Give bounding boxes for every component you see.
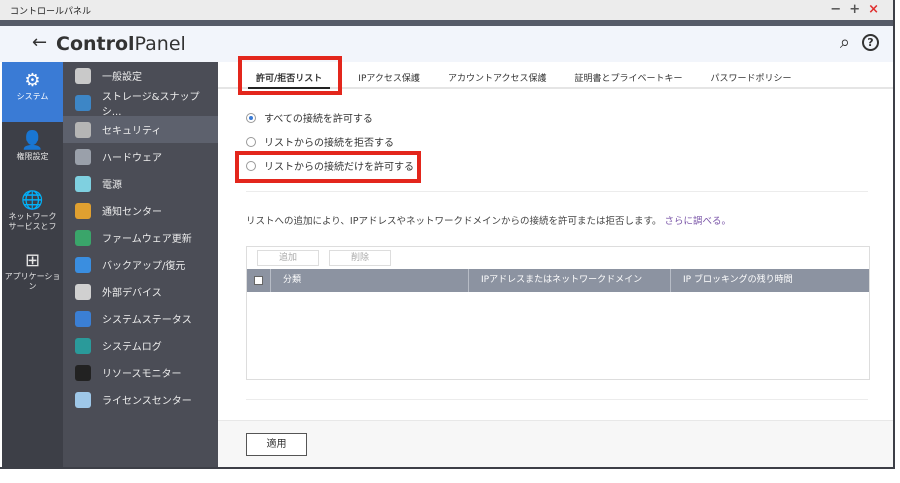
- sidebar-item[interactable]: 通知センター: [63, 197, 218, 224]
- sidebar-item[interactable]: 一般設定: [63, 62, 218, 89]
- search-icon[interactable]: ⌕: [840, 34, 850, 52]
- table-header: 分類 IPアドレスまたはネットワークドメイン IP ブロッキングの残り時間: [247, 269, 869, 292]
- back-arrow-icon[interactable]: ←: [32, 32, 47, 53]
- sidebar-item-icon: [75, 202, 91, 219]
- sidebar-item-icon: [75, 121, 91, 138]
- sidebar-item-icon: [75, 67, 91, 84]
- sidebar-item-icon: [75, 310, 91, 327]
- sidebar-item[interactable]: ライセンスセンター: [63, 386, 218, 413]
- radio-button[interactable]: [246, 112, 256, 123]
- sidebar-item-label: リソースモニター: [102, 369, 182, 380]
- sidebar-item-label: システムステータス: [102, 315, 192, 326]
- sidebar-item[interactable]: リソースモニター: [63, 359, 218, 386]
- divider: [246, 399, 868, 400]
- app-header: ← ControlPanel ⌕ ?: [0, 26, 893, 62]
- window-border: [0, 467, 895, 469]
- divider: [246, 191, 868, 192]
- content-panel: 許可/拒否リスト IPアクセス保護 アカウントアクセス保護 証明書とプライベートキーパ…: [218, 56, 893, 467]
- footer: 適用: [218, 420, 893, 467]
- window-titlebar: コントロールパネル − + ×: [0, 0, 893, 20]
- sidebar-item[interactable]: システムステータス: [63, 305, 218, 332]
- allow-deny-table: 追加 削除 分類 IPアドレスまたはネットワークドメイン IP ブロッキングの残…: [246, 246, 870, 380]
- column-header-remaining[interactable]: IP ブロッキングの残り時間: [671, 269, 869, 292]
- sidebar-item-label: セキュリティ: [102, 126, 162, 137]
- description: リストへの追加により、IPアドレスやネットワークドメインからの接続を許可または拒…: [246, 216, 732, 227]
- nav-label: システム: [16, 92, 49, 101]
- sidebar-item-label: 電源: [102, 180, 122, 191]
- radio-label: すべての接続を許可する: [264, 114, 373, 125]
- sidebar-item[interactable]: システムログ: [63, 332, 218, 359]
- sidebar-item[interactable]: ハードウェア: [63, 143, 218, 170]
- maximize-button[interactable]: +: [849, 2, 860, 17]
- sidebar-item-icon: [75, 283, 91, 300]
- apps-grid-icon: ⊞: [24, 250, 41, 271]
- sidebar-item-label: ライセンスセンター: [102, 396, 192, 407]
- nav-label: アプリケーション: [4, 272, 61, 291]
- sidebar-item-label: バックアップ/復元: [102, 261, 186, 272]
- apply-button[interactable]: 適用: [246, 433, 307, 456]
- close-button[interactable]: ×: [868, 2, 879, 17]
- sidebar-item-icon: [75, 229, 91, 246]
- learn-more-link[interactable]: さらに調べる。: [665, 216, 732, 227]
- help-icon[interactable]: ?: [862, 34, 879, 51]
- primary-nav: ⚙ システム 👤 権限設定 🌐 ネットワーク サービスとフ ⊞ アプリケーション: [2, 62, 63, 467]
- sidebar-item-icon: [75, 94, 91, 111]
- nav-label: ネットワーク サービスとフ: [8, 212, 57, 231]
- add-button[interactable]: 追加: [257, 250, 319, 266]
- sidebar-item[interactable]: ストレージ&スナップシ...: [63, 89, 218, 118]
- highlight-box-radio: [235, 151, 421, 183]
- nav-network-services[interactable]: 🌐 ネットワーク サービスとフ: [2, 182, 63, 242]
- tab[interactable]: アカウントアクセス保護: [448, 62, 547, 87]
- sidebar-item-icon: [75, 391, 91, 408]
- nav-label: 権限設定: [16, 152, 49, 161]
- column-header-category[interactable]: 分類: [271, 269, 469, 292]
- user-icon: 👤: [21, 130, 44, 151]
- secondary-nav: 一般設定ストレージ&スナップシ... セキュリティ ハードウェア 電源通知センターファ…: [63, 62, 218, 467]
- sidebar-item[interactable]: ファームウェア更新: [63, 224, 218, 251]
- radio-label: リストからの接続を拒否する: [264, 138, 394, 149]
- nav-permissions[interactable]: 👤 権限設定: [2, 122, 63, 182]
- column-header-ip[interactable]: IPアドレスまたはネットワークドメイン: [469, 269, 671, 292]
- globe-icon: 🌐: [21, 190, 44, 211]
- radio-button[interactable]: [246, 136, 256, 147]
- delete-button[interactable]: 削除: [329, 250, 391, 266]
- app-title: ControlPanel: [56, 33, 186, 55]
- tab[interactable]: パスワードポリシー: [711, 62, 792, 87]
- sidebar-item-icon: [75, 175, 91, 192]
- sidebar-item-icon: [75, 148, 91, 165]
- sidebar-item-label: 通知センター: [102, 207, 162, 218]
- tab[interactable]: IPアクセス保護: [358, 62, 420, 87]
- gear-icon: ⚙: [24, 70, 41, 91]
- sidebar-item-label: ファームウェア更新: [102, 234, 192, 245]
- sidebar-item-icon: [75, 364, 91, 381]
- sidebar-item[interactable]: セキュリティ: [63, 116, 218, 143]
- sidebar-item-icon: [75, 337, 91, 354]
- sidebar-item-label: 一般設定: [102, 72, 142, 83]
- minimize-button[interactable]: −: [830, 2, 841, 17]
- sidebar-item[interactable]: 外部デバイス: [63, 278, 218, 305]
- sidebar-item-icon: [75, 256, 91, 273]
- radio-allow-all[interactable]: すべての接続を許可する: [246, 110, 373, 125]
- sidebar-item[interactable]: バックアップ/復元: [63, 251, 218, 278]
- sidebar-item-label: ハードウェア: [102, 153, 162, 164]
- radio-deny-list[interactable]: リストからの接続を拒否する: [246, 134, 394, 149]
- nav-applications[interactable]: ⊞ アプリケーション: [2, 242, 63, 302]
- sidebar-item-label: システムログ: [102, 342, 162, 353]
- sidebar-item-label: 外部デバイス: [102, 288, 162, 299]
- sidebar-item-label: ストレージ&スナップシ...: [101, 91, 200, 118]
- tab[interactable]: 証明書とプライベートキー: [575, 62, 683, 87]
- window-border: [893, 0, 895, 467]
- select-all-checkbox[interactable]: [254, 276, 263, 285]
- sidebar-item[interactable]: 電源: [63, 170, 218, 197]
- nav-system[interactable]: ⚙ システム: [2, 62, 63, 122]
- window-title: コントロールパネル: [10, 7, 92, 17]
- highlight-box-tab: [238, 56, 342, 95]
